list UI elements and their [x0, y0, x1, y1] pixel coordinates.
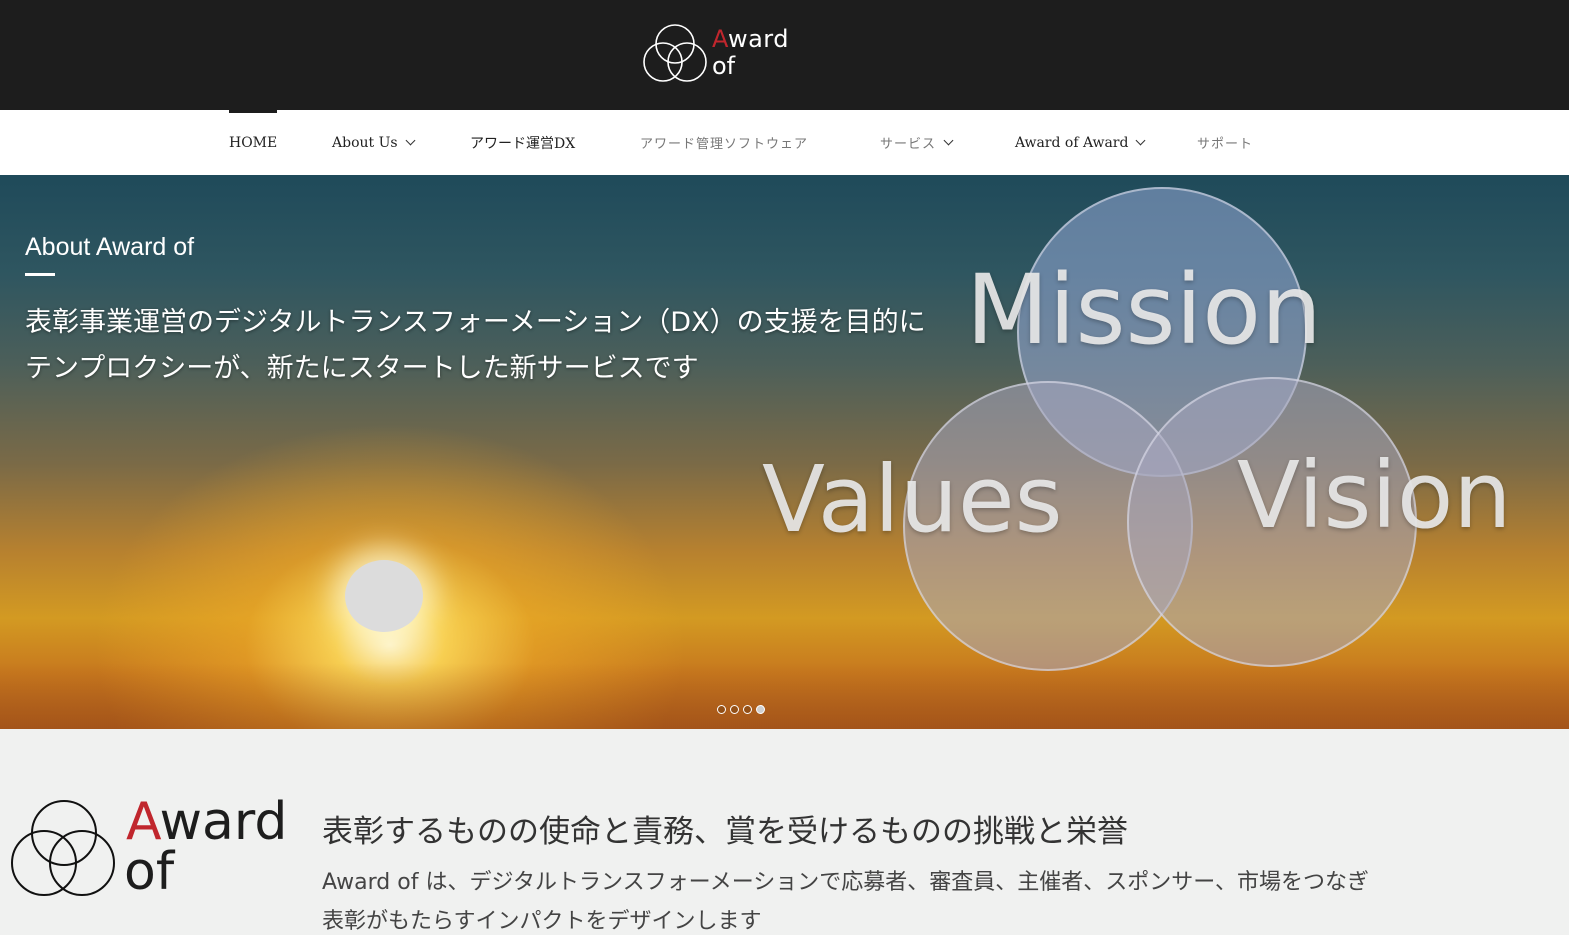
nav-item-label: サービス — [880, 137, 937, 152]
intro-logo-wordmark-of: of — [124, 842, 175, 902]
site-logo[interactable]: Award of — [641, 22, 811, 86]
venn-label-mission: Mission — [966, 254, 1322, 366]
nav-item-services[interactable]: サービス — [880, 110, 954, 175]
venn-label-vision: Vision — [1237, 442, 1512, 549]
hero-slider[interactable]: About Award of 表彰事業運営のデジタルトランスフォーメーション（D… — [0, 175, 1569, 729]
nav-item-award-dx[interactable]: アワード運営DX — [470, 110, 575, 175]
hero-kicker: About Award of — [25, 233, 195, 261]
nav-item-award-of-award[interactable]: Award of Award — [1015, 110, 1146, 175]
logo-wordmark-of: of — [712, 52, 736, 80]
main-nav: HOME About Us アワード運営DX アワード管理ソフトウェア サービス… — [0, 110, 1569, 175]
chevron-down-icon — [405, 135, 416, 146]
nav-item-label: HOME — [229, 134, 278, 151]
chevron-down-icon — [943, 135, 954, 146]
hero-headline-line-1: 表彰事業運営のデジタルトランスフォーメーション（DX）の支援を目的に — [25, 307, 926, 338]
slider-dot-3[interactable] — [743, 705, 752, 714]
slider-dot-1[interactable] — [717, 705, 726, 714]
interlocking-circles-icon — [11, 800, 115, 896]
nav-item-label: Award of Award — [1015, 134, 1129, 151]
nav-item-about-us[interactable]: About Us — [332, 110, 416, 175]
logo-wordmark: Award — [712, 25, 789, 53]
interlocking-circles-icon — [643, 24, 707, 82]
nav-item-label: About Us — [332, 134, 398, 151]
venn-label-values: Values — [762, 446, 1063, 553]
nav-item-support[interactable]: サポート — [1197, 110, 1253, 175]
sun-image — [345, 560, 423, 632]
nav-item-home[interactable]: HOME — [229, 110, 278, 175]
nav-item-label: サポート — [1197, 137, 1254, 152]
hero-divider — [25, 273, 55, 276]
intro-body: Award of は、デジタルトランスフォーメーションで応募者、審査員、主催者、… — [322, 870, 1370, 895]
chevron-down-icon — [1136, 135, 1146, 146]
hero-headline-line-2: テンプロクシーが、新たにスタートした新サービスです — [25, 353, 699, 384]
nav-item-label: アワード運営DX — [470, 135, 576, 152]
slider-pagination — [717, 705, 765, 714]
nav-item-award-software[interactable]: アワード管理ソフトウェア — [640, 110, 808, 175]
intro-logo: Award of — [8, 793, 298, 902]
site-header: Award of — [0, 0, 1569, 110]
nav-item-label: アワード管理ソフトウェア — [640, 137, 809, 152]
intro-heading: 表彰するものの使命と責務、賞を受けるものの挑戦と栄誉 — [322, 814, 1128, 850]
slider-dot-4[interactable] — [756, 705, 765, 714]
intro-body-line-2: 表彰がもたらすインパクトをデザインします — [322, 909, 762, 934]
slider-dot-2[interactable] — [730, 705, 739, 714]
horizon — [0, 663, 1569, 729]
